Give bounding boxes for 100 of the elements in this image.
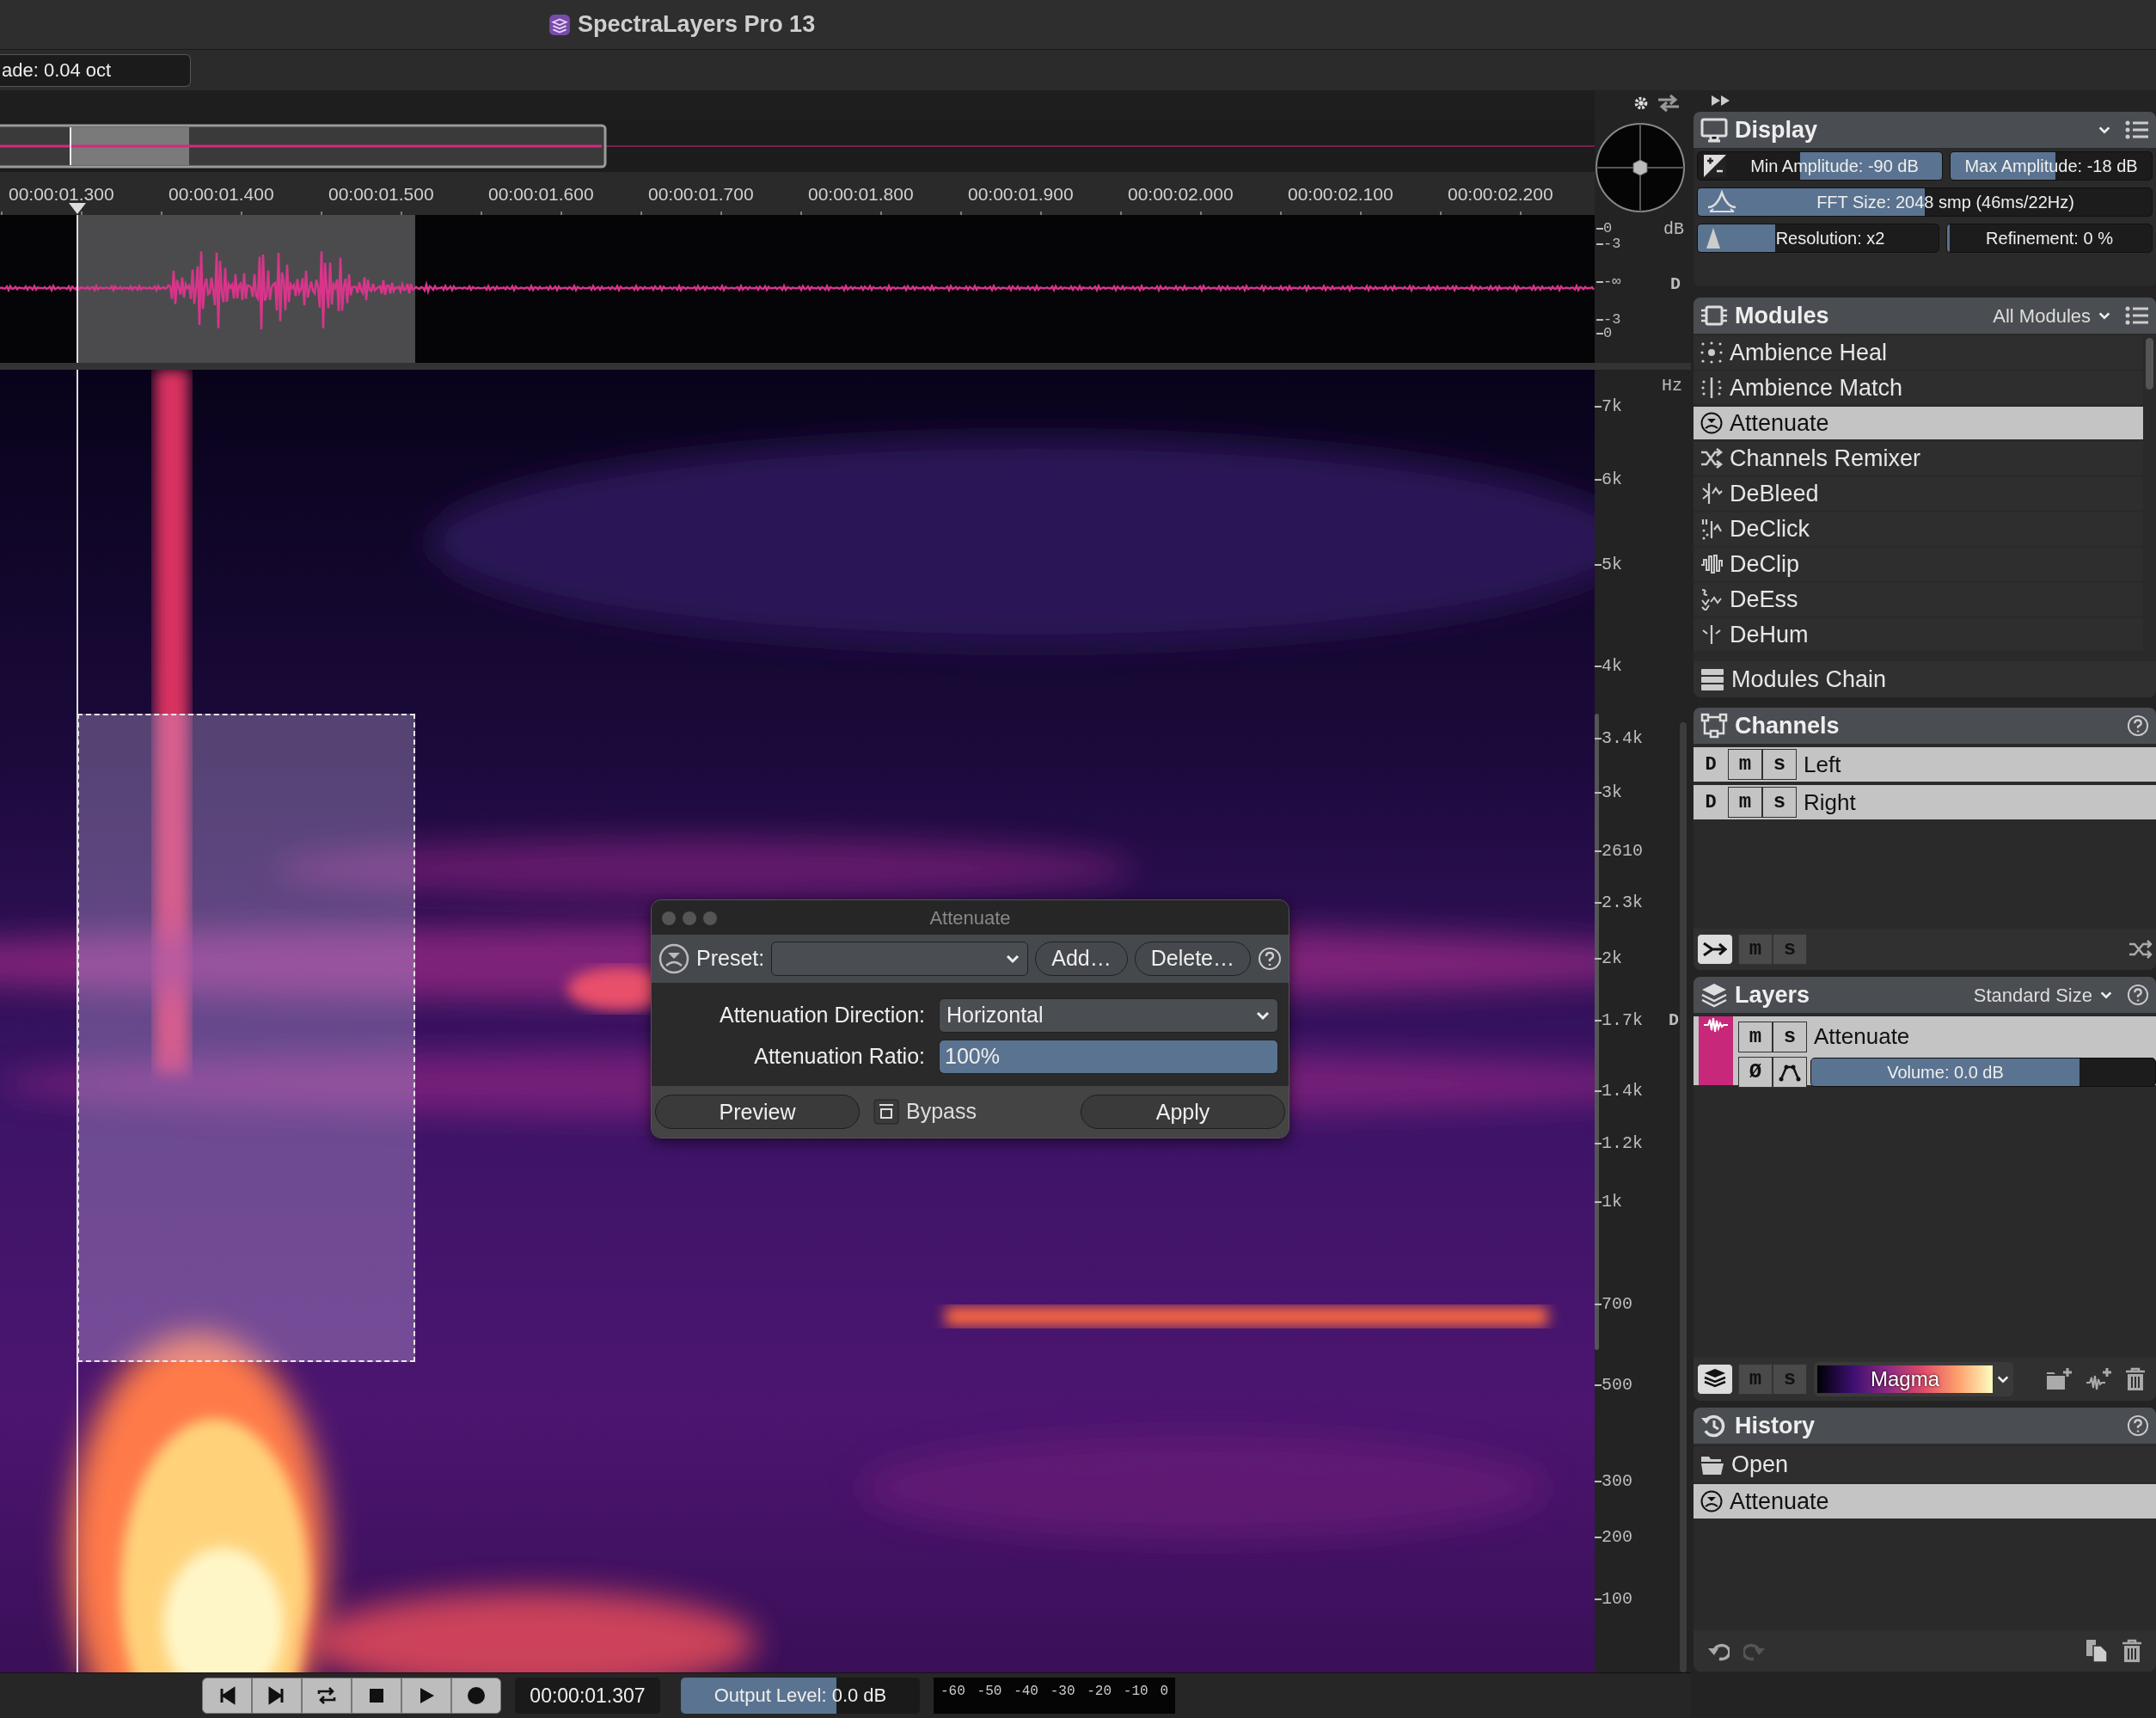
- preset-button[interactable]: Add…: [1035, 942, 1128, 976]
- hum-icon: [1700, 623, 1723, 646]
- size-filter[interactable]: Standard Size: [1973, 980, 2092, 1009]
- preset-label: Preset:: [696, 945, 765, 973]
- axis-label: 3.4k: [1602, 727, 1643, 750]
- record-button[interactable]: [451, 1678, 501, 1714]
- axis-label: -3: [1603, 313, 1621, 327]
- value-field[interactable]: ade: 0.04 oct: [0, 53, 191, 87]
- module-item[interactable]: DeHum: [1694, 618, 2143, 651]
- attenuate-icon: [658, 943, 689, 974]
- time-label: 00:00:01.800: [808, 183, 915, 206]
- module-item[interactable]: Ambience Match: [1694, 371, 2143, 404]
- colormap-dropdown[interactable]: Magma: [1814, 1362, 2013, 1396]
- tick-mark: [1595, 1089, 1602, 1092]
- stop-button[interactable]: [352, 1678, 401, 1714]
- help-icon[interactable]: [1258, 947, 1282, 971]
- solo-button[interactable]: s: [1773, 1021, 1807, 1052]
- time-label: 00:00:02.000: [1128, 183, 1234, 206]
- routing-button[interactable]: [1697, 934, 1733, 965]
- axis-label: 0: [1603, 327, 1613, 341]
- waveform-plus-icon[interactable]: [2086, 1367, 2111, 1391]
- help-icon[interactable]: [2127, 984, 2149, 1006]
- skip-back-button[interactable]: [202, 1678, 252, 1714]
- resolution-slider[interactable]: Resolution: x2: [1697, 224, 1939, 253]
- module-item[interactable]: Channels Remixer: [1694, 442, 2143, 475]
- mute-button[interactable]: m: [1728, 787, 1762, 818]
- layer-stack-button[interactable]: [1697, 1364, 1733, 1395]
- channel-marker: D: [1670, 273, 1681, 296]
- tick-mark: [1595, 902, 1602, 905]
- layers-icon: [1700, 982, 1728, 1008]
- volume-slider[interactable]: Volume: 0.0 dB: [1810, 1058, 2156, 1087]
- tick-mark: [1596, 333, 1603, 334]
- scrollbar[interactable]: [1595, 714, 1599, 1350]
- solo-button[interactable]: s: [1762, 787, 1797, 818]
- mute-button[interactable]: m: [1728, 749, 1762, 780]
- peak-icon: [1705, 226, 1722, 250]
- preset-button[interactable]: Delete…: [1134, 942, 1251, 976]
- tick-mark: [1595, 1142, 1602, 1144]
- phase-button[interactable]: Ø: [1738, 1057, 1773, 1088]
- dialog-title: Attenuate: [929, 905, 1011, 930]
- tick-mark: [1595, 1303, 1602, 1305]
- module-item[interactable]: DeClick: [1694, 512, 2143, 545]
- module-filter[interactable]: All Modules: [1993, 301, 2091, 330]
- d-toggle[interactable]: D: [1694, 788, 1728, 817]
- solo-button[interactable]: s: [1762, 749, 1797, 780]
- swap-icon[interactable]: [1657, 94, 1681, 113]
- module-item[interactable]: DeBleed: [1694, 477, 2143, 510]
- help-icon[interactable]: [2127, 1414, 2149, 1437]
- channel-row[interactable]: D m s Right: [1694, 785, 2156, 819]
- layer-color-swatch[interactable]: [1699, 1016, 1733, 1085]
- module-item[interactable]: DeClip: [1694, 548, 2143, 580]
- list-icon[interactable]: [2125, 305, 2149, 326]
- ratio-slider[interactable]: 100%: [939, 1040, 1278, 1074]
- list-icon[interactable]: [2125, 120, 2149, 140]
- history-item[interactable]: Attenuate: [1694, 1484, 2156, 1519]
- module-item[interactable]: Ambience Heal: [1694, 336, 2143, 369]
- mute-button[interactable]: m: [1738, 1021, 1773, 1052]
- copy-icon[interactable]: [2086, 1639, 2108, 1663]
- history-item[interactable]: Open: [1694, 1447, 2156, 1482]
- navigator-compass[interactable]: [1595, 122, 1686, 213]
- meter-label: 0: [1160, 1683, 1168, 1701]
- tick-mark: [1596, 319, 1603, 321]
- play-button[interactable]: [401, 1678, 451, 1714]
- axis-label: -3: [1603, 237, 1621, 251]
- d-toggle[interactable]: D: [1694, 750, 1728, 779]
- contrast-icon: [1703, 154, 1727, 178]
- tick-mark: [1595, 478, 1602, 481]
- help-icon[interactable]: [2127, 715, 2149, 737]
- shuffle-icon[interactable]: [2128, 940, 2153, 959]
- preview-button[interactable]: Preview: [655, 1095, 860, 1129]
- trash-icon[interactable]: [2122, 1639, 2142, 1663]
- sparkle-icon: [1700, 341, 1723, 364]
- axis-label: 0: [1603, 222, 1613, 236]
- refinement-slider[interactable]: Refinement: 0 %: [1946, 224, 2153, 253]
- scrollbar[interactable]: [1680, 722, 1687, 1672]
- folder-plus-icon[interactable]: [2046, 1367, 2072, 1391]
- envelope-button[interactable]: [1773, 1057, 1807, 1088]
- bypass-label: Bypass: [906, 1098, 977, 1126]
- loop-button[interactable]: [302, 1678, 352, 1714]
- modules-chain-button[interactable]: Modules Chain: [1694, 661, 2156, 697]
- scrollbar[interactable]: [2146, 338, 2153, 390]
- tick-mark: [1595, 1201, 1602, 1203]
- apply-button[interactable]: Apply: [1081, 1095, 1285, 1129]
- direction-dropdown[interactable]: Horizontal: [939, 998, 1278, 1033]
- layer-name[interactable]: Attenuate: [1814, 1020, 1910, 1053]
- meter-label: -10: [1123, 1683, 1148, 1701]
- channel-marker: D: [1669, 1009, 1679, 1031]
- tick-mark: [1595, 666, 1602, 668]
- record-icon: [466, 1685, 487, 1706]
- time-label: 00:00:01.700: [648, 183, 755, 206]
- fast-forward-icon[interactable]: [1711, 94, 1731, 107]
- dropdown-value: Horizontal: [946, 1002, 1044, 1029]
- trash-icon[interactable]: [2125, 1367, 2146, 1391]
- module-item[interactable]: Attenuate: [1694, 407, 2143, 439]
- channel-row[interactable]: D m s Left: [1694, 747, 2156, 782]
- loop-icon: [316, 1685, 337, 1706]
- module-item[interactable]: DeEss: [1694, 583, 2143, 616]
- bypass-checkbox[interactable]: [873, 1099, 899, 1125]
- skip-forward-button[interactable]: [252, 1678, 302, 1714]
- time-label: 00:00:01.900: [968, 183, 1075, 206]
